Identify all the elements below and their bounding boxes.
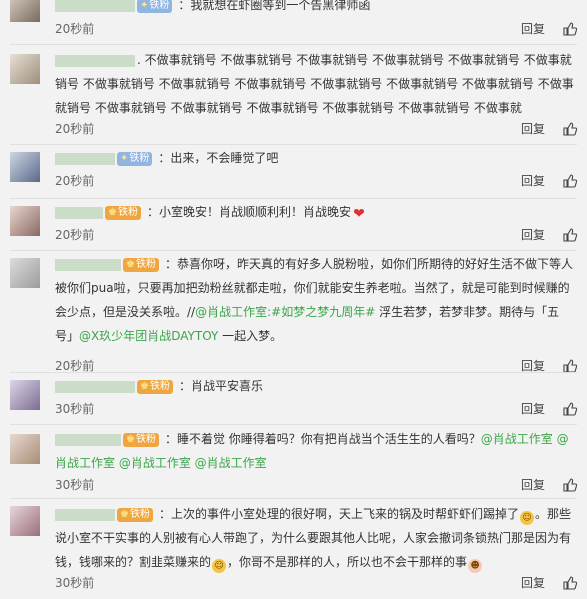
- thumbs-up-icon: [563, 401, 577, 416]
- username[interactable]: [55, 380, 135, 393]
- comment-time: 20秒前: [55, 22, 95, 36]
- username[interactable]: [55, 206, 103, 219]
- smile-emoji-icon: ☺: [212, 559, 227, 573]
- like-button[interactable]: [563, 227, 577, 242]
- username[interactable]: [55, 152, 115, 165]
- comment-actions: 回复: [521, 120, 577, 137]
- thumbs-up-icon: [563, 477, 577, 492]
- like-button[interactable]: [563, 401, 577, 416]
- mention-link[interactable]: @肖战工作室:#如梦之梦九周年#: [195, 305, 375, 319]
- mention-link[interactable]: @X玖少年团肖战DAYTOY: [79, 329, 218, 343]
- fan-badge: ♚铁粉: [123, 257, 159, 272]
- comment-text: . 不做事就销号 不做事就销号 不做事就销号 不做事就销号 不做事就销号 不做事…: [55, 53, 574, 115]
- reply-button[interactable]: 回复: [521, 476, 545, 493]
- comment-time: 30秒前: [55, 402, 95, 416]
- thumbs-up-icon: [563, 121, 577, 136]
- comment-actions: 回复: [521, 172, 577, 189]
- like-button[interactable]: [563, 358, 577, 373]
- thumbs-up-icon: [563, 575, 577, 590]
- comment-actions: 回复: [521, 400, 577, 417]
- like-button[interactable]: [563, 575, 577, 590]
- comment-list: ✦铁粉 ：我就想在虾圈等到一个告黑律师函 20秒前 回复 . 不做事就销号 不做事…: [0, 0, 587, 599]
- comment-text: ♚铁粉 ：上次的事件小室处理的很好啊，天上飞来的锅及时帮虾虾们踢掉了 ☺ 。那些说小室…: [55, 507, 572, 573]
- avatar[interactable]: [10, 0, 40, 22]
- heart-emoji-icon: ❤: [353, 206, 365, 222]
- badge-icon: ♚: [108, 206, 117, 218]
- reply-button[interactable]: 回复: [521, 400, 545, 417]
- thumbs-up-icon: [563, 173, 577, 188]
- fan-badge: ♚铁粉: [137, 379, 173, 394]
- badge-icon: ♚: [126, 433, 135, 445]
- badge-icon: ♚: [140, 380, 149, 392]
- thumbs-up-icon: [563, 21, 577, 36]
- username[interactable]: [55, 54, 135, 67]
- avatar[interactable]: [10, 506, 40, 536]
- like-button[interactable]: [563, 173, 577, 188]
- comment-text: ♚铁粉 ：肖战平安喜乐: [55, 374, 575, 398]
- badge-icon: ✦: [140, 0, 149, 11]
- avatar[interactable]: [10, 206, 40, 236]
- thumbs-up-icon: [563, 227, 577, 242]
- avatar[interactable]: [10, 380, 40, 410]
- comment-time: 20秒前: [55, 122, 95, 136]
- username[interactable]: [55, 0, 135, 12]
- avatar[interactable]: [10, 258, 40, 288]
- comment-time: 20秒前: [55, 228, 95, 242]
- reply-button[interactable]: 回复: [521, 172, 545, 189]
- avatar[interactable]: [10, 54, 40, 84]
- comment-actions: 回复: [521, 476, 577, 493]
- comment-text: ♚铁粉 ：小室晚安！肖战顺顺利利！肖战晚安 ❤: [55, 200, 575, 224]
- like-button[interactable]: [563, 477, 577, 492]
- reply-button[interactable]: 回复: [521, 120, 545, 137]
- reply-button[interactable]: 回复: [521, 20, 545, 37]
- comment-time: 20秒前: [55, 174, 95, 188]
- fan-badge: ✦铁粉: [117, 151, 153, 166]
- fan-badge: ♚铁粉: [105, 205, 141, 220]
- avatar[interactable]: [10, 152, 40, 182]
- comment-time: 30秒前: [55, 478, 95, 492]
- fan-badge: ♚铁粉: [117, 507, 153, 522]
- comment-text: ♚铁粉 ：睡不着觉 你睡得着吗？你有把肖战当个活生生的人看吗？@肖战工作室 @肖战…: [55, 432, 569, 470]
- comment-actions: 回复: [521, 20, 577, 37]
- grin-emoji-icon: ☺: [519, 511, 534, 525]
- username[interactable]: [55, 258, 121, 271]
- like-button[interactable]: [563, 121, 577, 136]
- comment-text: ♚铁粉 ：恭喜你呀，昨天真的有好多人脱粉啦，如你们所期待的好好生活不做下等人被你们…: [55, 257, 573, 343]
- badge-icon: ♚: [126, 258, 135, 270]
- badge-icon: ♚: [120, 508, 129, 520]
- avatar[interactable]: [10, 434, 40, 464]
- thumbs-up-icon: [563, 358, 577, 373]
- fan-badge: ♚铁粉: [123, 432, 159, 447]
- username[interactable]: [55, 508, 115, 521]
- fan-badge: ✦铁粉: [137, 0, 173, 13]
- comment-text: ✦铁粉 ：出来，不会睡觉了吧: [55, 146, 575, 170]
- username[interactable]: [55, 433, 121, 446]
- pig-emoji-icon: ☻: [468, 559, 483, 573]
- comment-actions: 回复: [521, 226, 577, 243]
- reply-button[interactable]: 回复: [521, 226, 545, 243]
- reply-button[interactable]: 回复: [521, 574, 545, 591]
- comment-time: 30秒前: [55, 576, 95, 590]
- comment-text: ✦铁粉 ：我就想在虾圈等到一个告黑律师函: [55, 0, 575, 17]
- like-button[interactable]: [563, 21, 577, 36]
- comment-actions: 回复: [521, 574, 577, 591]
- badge-icon: ✦: [120, 152, 129, 164]
